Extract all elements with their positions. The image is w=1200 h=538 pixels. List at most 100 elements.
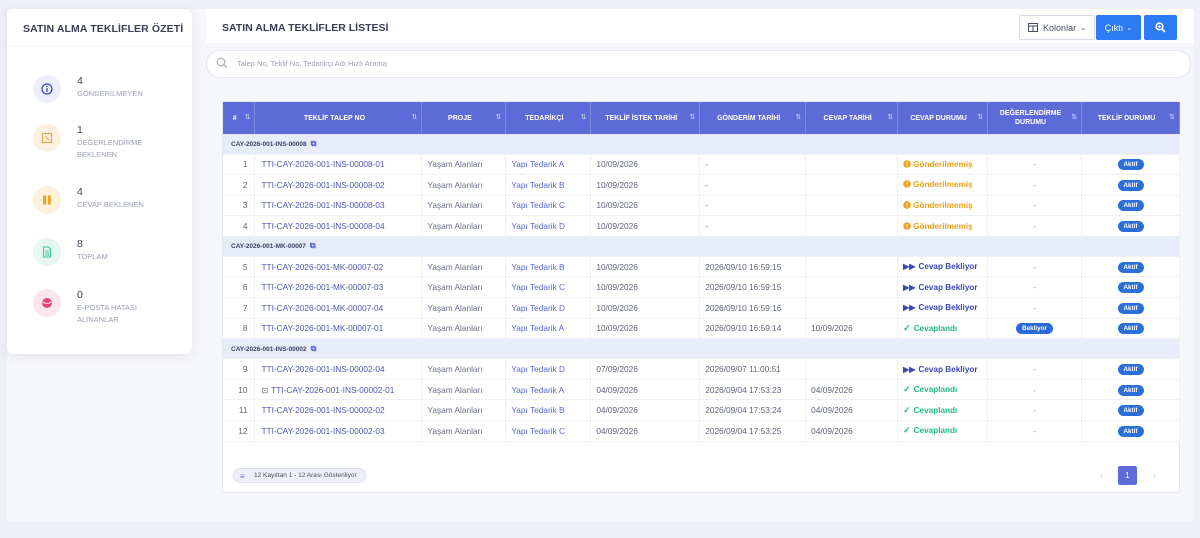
- offer-status-cell: Aktif: [1081, 420, 1180, 442]
- table-row[interactable]: 3 TTI-CAY-2026-001-INS-00008-03 Yaşam Alan…: [223, 195, 1180, 217]
- supplier-cell[interactable]: Yapı Tedarik B: [505, 256, 592, 278]
- supplier-cell[interactable]: Yapı Tedarik C: [505, 420, 592, 442]
- answer-date-cell: 10/09/2026: [805, 318, 899, 340]
- request-no-link[interactable]: TTI-CAY-2026-001-INS-00002-02: [261, 405, 384, 415]
- request-no-cell[interactable]: TTI-CAY-2026-001-MK-00007-02: [254, 256, 423, 278]
- row-number-text: 6: [242, 282, 248, 293]
- page-1-button[interactable]: 1: [1118, 466, 1137, 485]
- sort-icon[interactable]: ⇅: [795, 113, 801, 122]
- request-no-cell[interactable]: TTI-CAY-2026-001-INS-00008-02: [254, 174, 423, 196]
- external-link-icon[interactable]: ⧉: [310, 241, 316, 250]
- sort-icon[interactable]: ⇅: [580, 113, 586, 122]
- request-no-link[interactable]: TTI-CAY-2026-001-MK-00007-03: [261, 282, 383, 292]
- sort-icon[interactable]: ⇅: [245, 113, 251, 122]
- supplier-cell[interactable]: Yapı Tedarik D: [505, 215, 592, 237]
- table-row[interactable]: 2 TTI-CAY-2026-001-INS-00008-02 Yaşam Alan…: [223, 174, 1180, 196]
- offer-status-cell: Aktif: [1081, 318, 1180, 340]
- records-info-text: 12 Kayıttan 1 - 12 Arası Gösteriliyor: [254, 472, 357, 479]
- supplier-cell[interactable]: Yapı Tedarik B: [505, 174, 592, 196]
- search-input[interactable]: Talep No, Teklif No, Tedarikçi Adı Hızlı…: [206, 50, 1191, 78]
- request-no-cell[interactable]: TTI-CAY-2026-001-INS-00002-04: [254, 358, 423, 380]
- group-name: CAY-2026-001-INS-00002: [231, 345, 307, 353]
- supplier-cell[interactable]: Yapı Tedarik C: [505, 276, 592, 299]
- sort-icon[interactable]: ⇅: [887, 113, 893, 122]
- table-row[interactable]: 5 TTI-CAY-2026-001-MK-00007-02 Yaşam Alanl…: [223, 256, 1180, 278]
- table-row[interactable]: 6 TTI-CAY-2026-001-MK-00007-03 Yaşam Alanl…: [223, 276, 1180, 299]
- request-no-link[interactable]: TTI-CAY-2026-001-MK-00007-02: [261, 262, 383, 272]
- column-header[interactable]: TEKLİF DURUMU ⇅: [1081, 102, 1180, 134]
- column-header[interactable]: CEVAP TARİHİ ⇅: [805, 102, 899, 134]
- table-row[interactable]: 9 TTI-CAY-2026-001-INS-00002-04 Yaşam Alan…: [223, 358, 1180, 380]
- sent-date-cell-text: 2026/09/07 11:00:51: [705, 364, 781, 375]
- supplier-cell-text: Yapı Tedarik D: [511, 302, 566, 313]
- row-number: 3: [223, 195, 256, 217]
- zoom-search-button[interactable]: [1144, 15, 1177, 40]
- external-link-icon[interactable]: ⧉: [311, 344, 317, 353]
- column-header[interactable]: # ⇅: [223, 102, 256, 134]
- column-header[interactable]: TEKLİF TALEP NO ⇅: [254, 102, 423, 134]
- request-no-cell[interactable]: TTI-CAY-2026-001-INS-00008-04: [254, 215, 423, 237]
- column-header[interactable]: CEVAP DURUMU ⇅: [897, 102, 989, 134]
- sort-icon[interactable]: ⇅: [689, 113, 695, 122]
- supplier-cell[interactable]: Yapı Tedarik A: [505, 154, 592, 176]
- supplier-cell-text: Yapı Tedarik C: [511, 282, 566, 293]
- column-header[interactable]: DEĞERLENDİRME DURUMU ⇅: [987, 102, 1083, 134]
- table-row[interactable]: 12 TTI-CAY-2026-001-INS-00002-03 Yaşam Ala…: [223, 420, 1180, 442]
- table-row[interactable]: 11 TTI-CAY-2026-001-INS-00002-02 Yaşam Ala…: [223, 399, 1180, 422]
- request-date-cell: 10/09/2026: [590, 297, 701, 319]
- table-row[interactable]: 10 ⊡ TTI-CAY-2026-001-INS-00002-01 Yaşam Al…: [223, 379, 1180, 401]
- project-cell: Yaşam Alanları: [421, 195, 507, 217]
- request-no-link[interactable]: TTI-CAY-2026-001-INS-00008-04: [261, 221, 384, 231]
- request-no-cell[interactable]: TTI-CAY-2026-001-MK-00007-04: [254, 297, 423, 319]
- table-row[interactable]: 7 TTI-CAY-2026-001-MK-00007-04 Yaşam Alanl…: [223, 297, 1180, 319]
- column-header[interactable]: GÖNDERİM TARİHİ ⇅: [699, 102, 807, 134]
- fast-forward-icon: ▶▶: [903, 303, 916, 313]
- supplier-cell[interactable]: Yapı Tedarik A: [505, 379, 592, 401]
- request-no-cell[interactable]: TTI-CAY-2026-001-INS-00008-01: [254, 154, 423, 176]
- table-row[interactable]: 1 TTI-CAY-2026-001-INS-00008-01 Yaşam Alan…: [223, 154, 1180, 176]
- summary-count: 8: [77, 238, 83, 250]
- request-no-link[interactable]: TTI-CAY-2026-001-MK-00007-01: [261, 323, 383, 333]
- request-no-cell[interactable]: TTI-CAY-2026-001-MK-00007-01: [254, 318, 423, 340]
- table-row[interactable]: 4 TTI-CAY-2026-001-INS-00008-04 Yaşam Alan…: [223, 215, 1180, 237]
- request-no-link[interactable]: TTI-CAY-2026-001-INS-00002-03: [261, 426, 384, 436]
- output-button[interactable]: Çıktı ⌄: [1096, 15, 1141, 40]
- prev-page-button[interactable]: ‹: [1092, 466, 1111, 485]
- supplier-cell[interactable]: Yapı Tedarik B: [505, 399, 592, 422]
- supplier-cell[interactable]: Yapı Tedarik D: [505, 297, 592, 319]
- request-no-link[interactable]: TTI-CAY-2026-001-INS-00008-02: [261, 180, 384, 190]
- alert-circle-icon: [903, 201, 911, 209]
- request-no-cell[interactable]: TTI-CAY-2026-001-INS-00002-03: [254, 420, 423, 442]
- request-no-link[interactable]: TTI-CAY-2026-001-INS-00002-04: [261, 364, 384, 374]
- answer-date-cell: [805, 195, 899, 217]
- sort-icon[interactable]: ⇅: [1071, 113, 1077, 122]
- row-number-text: 1: [242, 159, 248, 170]
- request-no-link[interactable]: TTI-CAY-2026-001-MK-00007-04: [261, 303, 383, 313]
- sort-icon[interactable]: ⇅: [977, 113, 983, 122]
- request-no-cell[interactable]: ⊡ TTI-CAY-2026-001-INS-00002-01: [254, 379, 423, 401]
- request-no-cell[interactable]: TTI-CAY-2026-001-MK-00007-03: [254, 276, 423, 299]
- external-link-icon[interactable]: ⧉: [311, 139, 317, 148]
- supplier-cell-text: Yapı Tedarik C: [511, 200, 566, 211]
- summary-count: 1: [77, 124, 83, 136]
- supplier-cell[interactable]: Yapı Tedarik C: [505, 195, 592, 217]
- columns-button[interactable]: Kolonlar ⌄: [1019, 15, 1095, 40]
- sort-icon[interactable]: ⇅: [496, 113, 502, 122]
- request-no-cell[interactable]: TTI-CAY-2026-001-INS-00002-02: [254, 399, 423, 422]
- column-header[interactable]: TEDARİKÇİ ⇅: [505, 102, 592, 134]
- supplier-cell[interactable]: Yapı Tedarik D: [505, 358, 592, 380]
- next-page-button[interactable]: ›: [1145, 466, 1164, 485]
- request-no-link[interactable]: TTI-CAY-2026-001-INS-00008-03: [261, 200, 384, 210]
- evaluation-status-cell: -: [987, 256, 1083, 278]
- column-header[interactable]: PROJE ⇅: [421, 102, 507, 134]
- request-no-link[interactable]: TTI-CAY-2026-001-INS-00008-01: [261, 159, 384, 169]
- answer-status-cell: ▶▶ Cevap Bekliyor: [897, 276, 989, 299]
- sort-icon[interactable]: ⇅: [412, 113, 418, 122]
- sort-icon[interactable]: ⇅: [1169, 113, 1175, 122]
- supplier-cell[interactable]: Yapı Tedarik A: [505, 318, 592, 340]
- column-header[interactable]: TEKLİF İSTEK TARİHİ ⇅: [590, 102, 701, 134]
- project-cell-text: Yaşam Alanları: [427, 405, 483, 416]
- table-row[interactable]: 8 TTI-CAY-2026-001-MK-00007-01 Yaşam Alanl…: [223, 318, 1180, 340]
- request-no-link[interactable]: TTI-CAY-2026-001-INS-00002-01: [271, 385, 394, 395]
- request-no-cell[interactable]: TTI-CAY-2026-001-INS-00008-03: [254, 195, 423, 217]
